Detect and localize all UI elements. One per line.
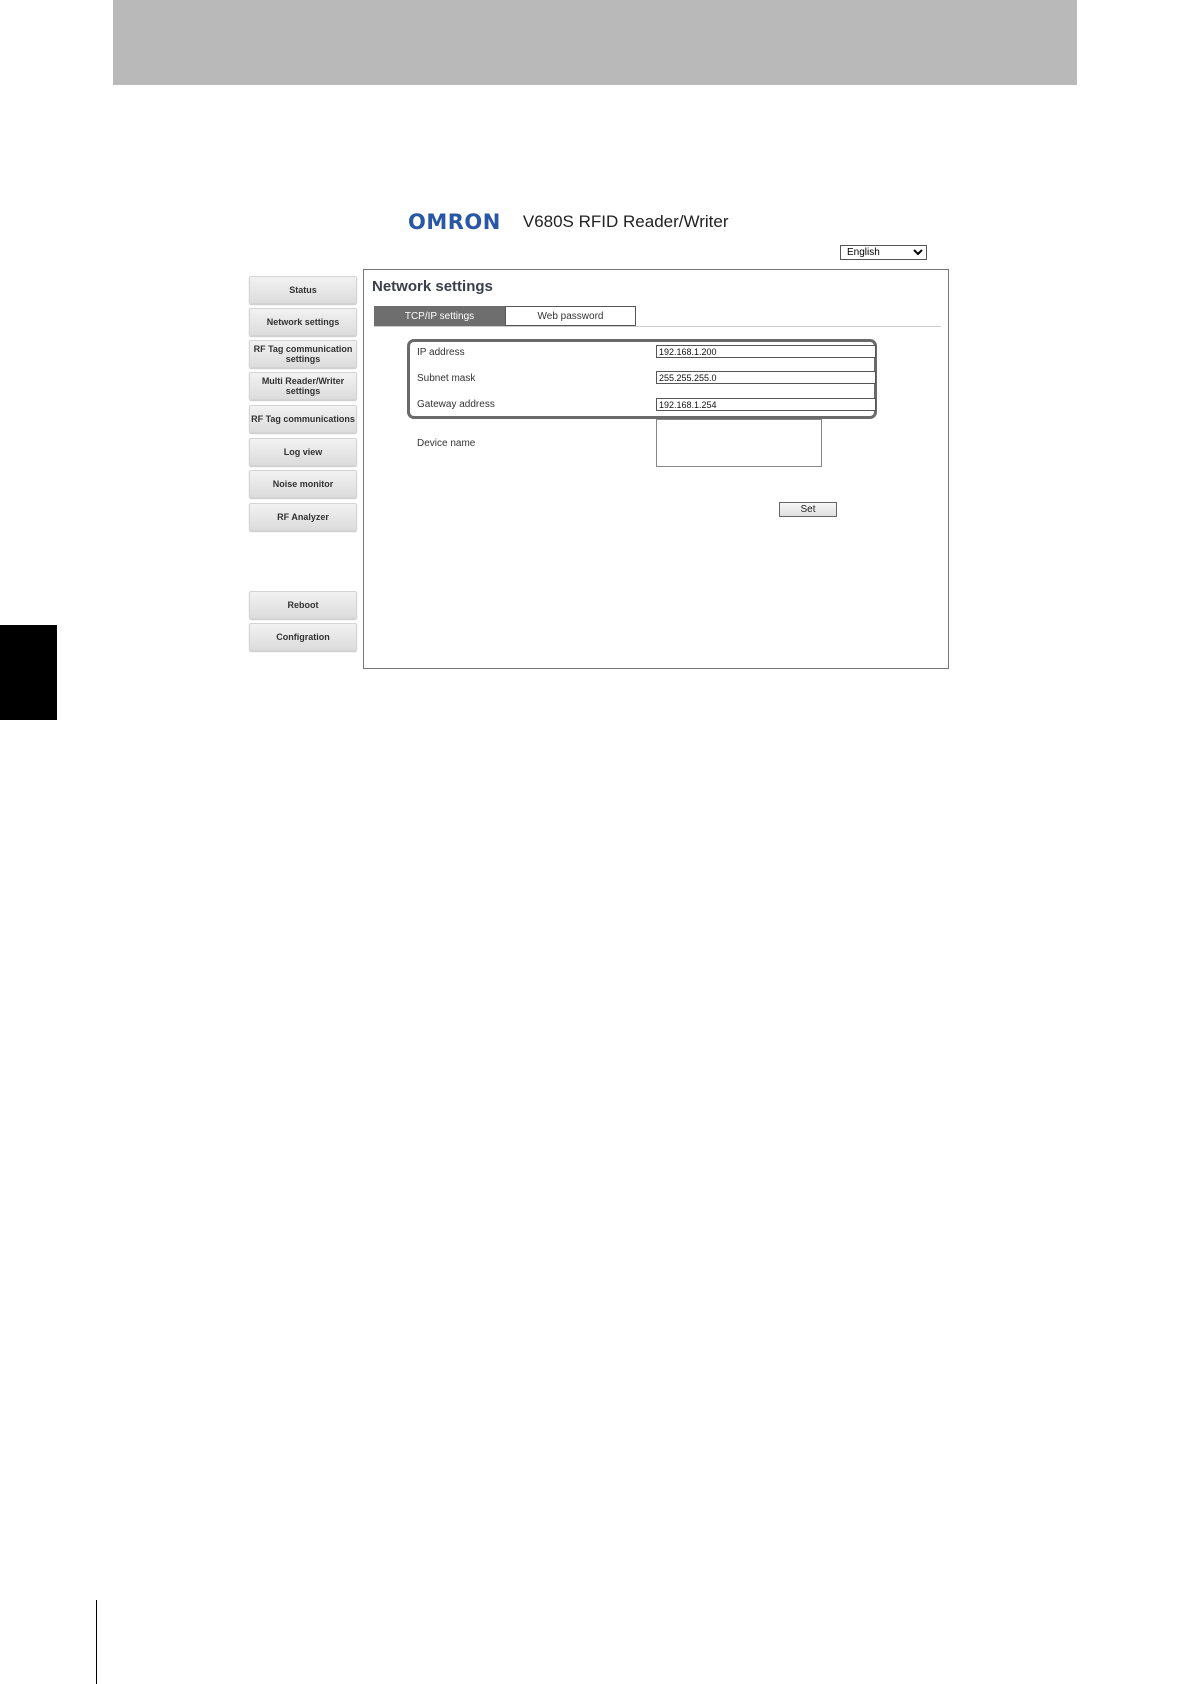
nav-rf-tag-communication-settings-button[interactable]: RF Tag communication settings [249, 340, 357, 368]
language-select[interactable]: English [840, 245, 927, 260]
nav-multi-reader-writer-settings-button[interactable]: Multi Reader/Writer settings [249, 372, 357, 400]
nav-network-settings-button[interactable]: Network settings [249, 308, 357, 336]
chapter-side-tab [0, 625, 57, 720]
network-settings-panel: Network settings TCP/IP settings Web pas… [363, 269, 949, 669]
panel-title: Network settings [372, 278, 493, 295]
set-button[interactable]: Set [779, 502, 837, 517]
device-name-label: Device name [417, 438, 476, 449]
tab-divider [374, 326, 941, 327]
page-margin-rule [96, 1600, 97, 1684]
gateway-address-label: Gateway address [417, 399, 495, 410]
nav-log-view-button[interactable]: Log view [249, 438, 357, 466]
tab-web-password[interactable]: Web password [505, 306, 636, 326]
ip-address-input[interactable] [656, 345, 876, 358]
tab-tcpip-settings[interactable]: TCP/IP settings [374, 306, 505, 326]
app-header: OMRON V680S RFID Reader/Writer [408, 206, 729, 238]
gateway-address-input[interactable] [656, 398, 876, 411]
nav-noise-monitor-button[interactable]: Noise monitor [249, 470, 357, 498]
settings-tabs: TCP/IP settings Web password [374, 306, 636, 326]
ip-address-label: IP address [417, 347, 465, 358]
product-title: V680S RFID Reader/Writer [522, 212, 729, 231]
subnet-mask-input[interactable] [656, 371, 876, 384]
nav-configuration-button[interactable]: Configration [249, 623, 357, 651]
nav-rf-analyzer-button[interactable]: RF Analyzer [249, 503, 357, 531]
device-name-textarea[interactable] [656, 419, 822, 467]
nav-reboot-button[interactable]: Reboot [249, 591, 357, 619]
subnet-mask-label: Subnet mask [417, 373, 476, 384]
nav-rf-tag-communications-button[interactable]: RF Tag communications [249, 405, 357, 433]
omron-logo: OMRON [408, 210, 501, 234]
nav-status-button[interactable]: Status [249, 276, 357, 304]
page-header-band [113, 0, 1077, 85]
